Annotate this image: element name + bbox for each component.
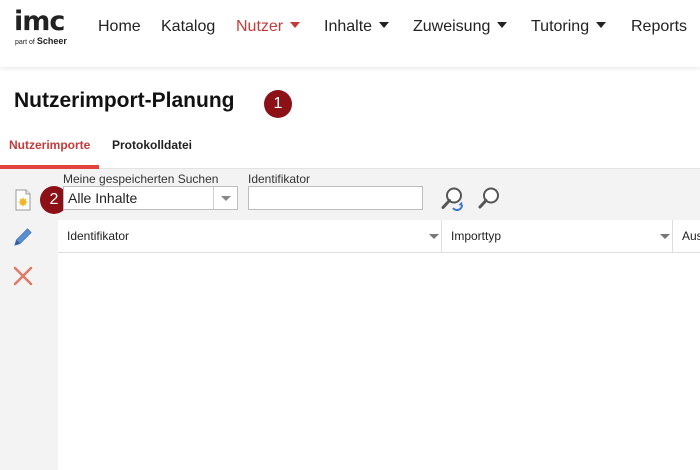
nav-item-zuweisung[interactable]: Zuweisung <box>413 16 508 38</box>
saved-search-select[interactable]: Alle Inhalte <box>63 186 238 210</box>
nav-item-label: Inhalte <box>324 18 373 35</box>
chevron-down-icon <box>497 22 508 28</box>
column-menu-icon[interactable] <box>429 234 439 239</box>
step-badge-1: 1 <box>264 90 292 118</box>
new-button[interactable] <box>8 185 38 215</box>
logo-sub-brand: Scheer <box>36 36 67 46</box>
saved-search-value: Alle Inhalte <box>68 190 138 206</box>
column-header-identifikator[interactable]: Identifikator <box>58 220 442 253</box>
nav-item-tutoring[interactable]: Tutoring <box>531 16 607 38</box>
chevron-down-icon <box>220 195 231 201</box>
logo-text: imc <box>14 6 65 37</box>
nav-item-label: Katalog <box>161 18 216 35</box>
column-header-aus[interactable]: Aus <box>673 220 700 253</box>
nav-item-label: Tutoring <box>531 18 590 35</box>
imports-table: Identifikator Importtyp Aus <box>58 220 700 470</box>
nav-item-home[interactable]: Home <box>98 16 141 38</box>
chevron-down-icon <box>290 22 301 28</box>
tab-bar: Nutzerimporte Protokolldatei <box>0 133 700 169</box>
identifier-label: Identifikator <box>248 172 311 186</box>
search-refresh-icon <box>441 187 463 211</box>
column-menu-icon[interactable] <box>660 234 670 239</box>
imc-logo[interactable]: imc part of Scheer <box>14 8 74 52</box>
nav-item-katalog[interactable]: Katalog <box>161 16 215 38</box>
advanced-search-button[interactable] <box>441 186 467 212</box>
edit-button[interactable] <box>8 222 38 252</box>
nav-item-inhalte[interactable]: Inhalte <box>324 16 390 38</box>
nav-item-label: Nutzer <box>236 18 284 35</box>
nav-item-nutzer[interactable]: Nutzer <box>236 16 301 38</box>
tab-protokolldatei[interactable]: Protokolldatei <box>103 133 201 169</box>
chevron-down-icon <box>379 22 390 28</box>
nav-item-reports[interactable]: Reports <box>631 16 687 38</box>
logo-subtext: part of Scheer <box>15 36 74 48</box>
dropdown-arrow[interactable] <box>213 187 237 209</box>
logo-sub-prefix: part of <box>15 39 35 46</box>
search-button[interactable] <box>477 186 503 212</box>
delete-button[interactable] <box>8 261 38 291</box>
action-toolbar <box>0 169 46 470</box>
nav-item-label: Home <box>98 18 141 35</box>
edit-pencil-icon <box>14 228 32 246</box>
column-header-importtyp[interactable]: Importtyp <box>442 220 673 253</box>
table-header: Identifikator Importtyp Aus <box>58 220 700 253</box>
chevron-down-icon <box>596 22 607 28</box>
saved-search-label: Meine gespeicherten Suchen <box>63 172 219 186</box>
delete-x-icon <box>13 266 33 286</box>
identifier-input[interactable] <box>248 186 423 210</box>
nav-item-label: Zuweisung <box>413 18 491 35</box>
new-document-icon <box>15 189 31 211</box>
nav-item-label: Reports <box>631 18 688 35</box>
column-header-label: Identifikator <box>67 229 130 243</box>
work-area: 2 Meine gespeicherten Suchen Alle Inhalt… <box>0 169 700 470</box>
search-icon <box>478 187 499 209</box>
tab-nutzerimporte[interactable]: Nutzerimporte <box>0 133 100 169</box>
column-header-label: Aus <box>682 229 700 243</box>
page-title: Nutzerimport-Planung <box>14 89 235 112</box>
top-navigation-bar: imc part of Scheer Home Katalog Nutzer I… <box>0 0 700 67</box>
column-header-label: Importtyp <box>451 229 502 243</box>
